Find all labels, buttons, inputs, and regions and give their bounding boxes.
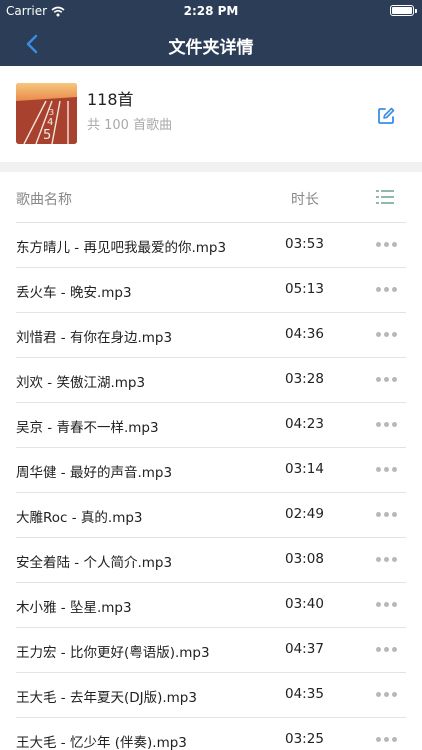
column-duration: 时长 <box>291 192 319 208</box>
more-icon <box>375 466 397 472</box>
song-row[interactable]: 东方晴儿 - 再见吧我最爱的你.mp3 03:53 <box>0 222 422 267</box>
song-title: 东方晴儿 - 再见吧我最爱的你.mp3 <box>16 240 227 256</box>
page-title: 文件夹详情 <box>168 38 254 58</box>
song-title: 周华健 - 最好的声音.mp3 <box>16 465 173 481</box>
column-song-name: 歌曲名称 <box>16 192 72 208</box>
song-duration: 04:36 <box>285 326 324 342</box>
status-bar: Carrier 2:28 PM <box>0 0 422 22</box>
song-row[interactable]: 刘惜君 - 有你在身边.mp3 04:36 <box>0 312 422 357</box>
song-list: 东方晴儿 - 再见吧我最爱的你.mp3 03:53 丢火车 - 晚安.mp3 05:1… <box>0 222 422 750</box>
more-options-button[interactable] <box>372 324 400 344</box>
folder-song-count: 共 100 首歌曲 <box>87 118 173 133</box>
song-title: 木小雅 - 坠星.mp3 <box>16 600 132 616</box>
more-icon <box>375 421 397 427</box>
more-icon <box>375 511 397 517</box>
song-row[interactable]: 王大毛 - 忆少年 (伴奏).mp3 03:25 <box>0 717 422 750</box>
list-toggle-button[interactable] <box>373 187 397 207</box>
list-icon <box>376 190 394 204</box>
song-title: 王力宏 - 比你更好(粤语版).mp3 <box>16 645 210 661</box>
song-title: 刘惜君 - 有你在身边.mp3 <box>16 330 173 346</box>
more-icon <box>375 241 397 247</box>
song-title: 刘欢 - 笑傲江湖.mp3 <box>16 375 146 391</box>
folder-cover-image: 3 4 5 <box>16 83 77 144</box>
song-row[interactable]: 王大毛 - 去年夏天(DJ版).mp3 04:35 <box>0 672 422 717</box>
song-row[interactable]: 大雕Roc - 真的.mp3 02:49 <box>0 492 422 537</box>
more-options-button[interactable] <box>372 684 400 704</box>
battery-icon <box>390 5 417 16</box>
song-duration: 03:08 <box>285 551 324 567</box>
more-icon <box>375 286 397 292</box>
song-duration: 04:37 <box>285 641 324 657</box>
song-duration: 04:23 <box>285 416 324 432</box>
song-duration: 02:49 <box>285 506 324 522</box>
more-icon <box>375 556 397 562</box>
section-divider <box>0 162 422 172</box>
song-row[interactable]: 安全着陆 - 个人简介.mp3 03:08 <box>0 537 422 582</box>
svg-text:5: 5 <box>43 128 51 143</box>
song-title: 吴京 - 青春不一样.mp3 <box>16 420 159 436</box>
song-row[interactable]: 吴京 - 青春不一样.mp3 04:23 <box>0 402 422 447</box>
song-duration: 04:35 <box>285 686 324 702</box>
more-options-button[interactable] <box>372 639 400 659</box>
edit-icon <box>378 107 395 124</box>
more-options-button[interactable] <box>372 729 400 749</box>
more-options-button[interactable] <box>372 369 400 389</box>
more-options-button[interactable] <box>372 279 400 299</box>
more-options-button[interactable] <box>372 594 400 614</box>
folder-header: 3 4 5 118首 共 100 首歌曲 <box>0 66 422 162</box>
more-options-button[interactable] <box>372 234 400 254</box>
song-title: 王大毛 - 忆少年 (伴奏).mp3 <box>16 735 187 750</box>
song-title: 王大毛 - 去年夏天(DJ版).mp3 <box>16 690 197 706</box>
song-duration: 03:25 <box>285 731 324 747</box>
more-icon <box>375 646 397 652</box>
svg-text:4: 4 <box>47 117 53 128</box>
more-options-button[interactable] <box>372 549 400 569</box>
song-duration: 03:53 <box>285 236 324 252</box>
svg-text:3: 3 <box>49 108 54 117</box>
status-time: 2:28 PM <box>183 4 239 18</box>
song-list-header: 歌曲名称 时长 <box>0 172 422 222</box>
song-duration: 03:28 <box>285 371 324 387</box>
more-options-button[interactable] <box>372 504 400 524</box>
song-title: 安全着陆 - 个人简介.mp3 <box>16 555 173 571</box>
navigation-bar: 文件夹详情 <box>0 22 422 66</box>
song-row[interactable]: 丢火车 - 晚安.mp3 05:13 <box>0 267 422 312</box>
more-icon <box>375 601 397 607</box>
more-options-button[interactable] <box>372 414 400 434</box>
song-title: 大雕Roc - 真的.mp3 <box>16 510 143 526</box>
song-duration: 03:14 <box>285 461 324 477</box>
folder-name: 118首 <box>87 90 134 109</box>
song-title: 丢火车 - 晚安.mp3 <box>16 285 132 301</box>
more-icon <box>375 376 397 382</box>
song-row[interactable]: 王力宏 - 比你更好(粤语版).mp3 04:37 <box>0 627 422 672</box>
song-row[interactable]: 木小雅 - 坠星.mp3 03:40 <box>0 582 422 627</box>
song-duration: 05:13 <box>285 281 324 297</box>
more-icon <box>375 331 397 337</box>
song-row[interactable]: 刘欢 - 笑傲江湖.mp3 03:28 <box>0 357 422 402</box>
song-row[interactable]: 周华健 - 最好的声音.mp3 03:14 <box>0 447 422 492</box>
more-icon <box>375 691 397 697</box>
more-icon <box>375 736 397 742</box>
more-options-button[interactable] <box>372 459 400 479</box>
song-duration: 03:40 <box>285 596 324 612</box>
edit-button[interactable] <box>372 102 400 130</box>
